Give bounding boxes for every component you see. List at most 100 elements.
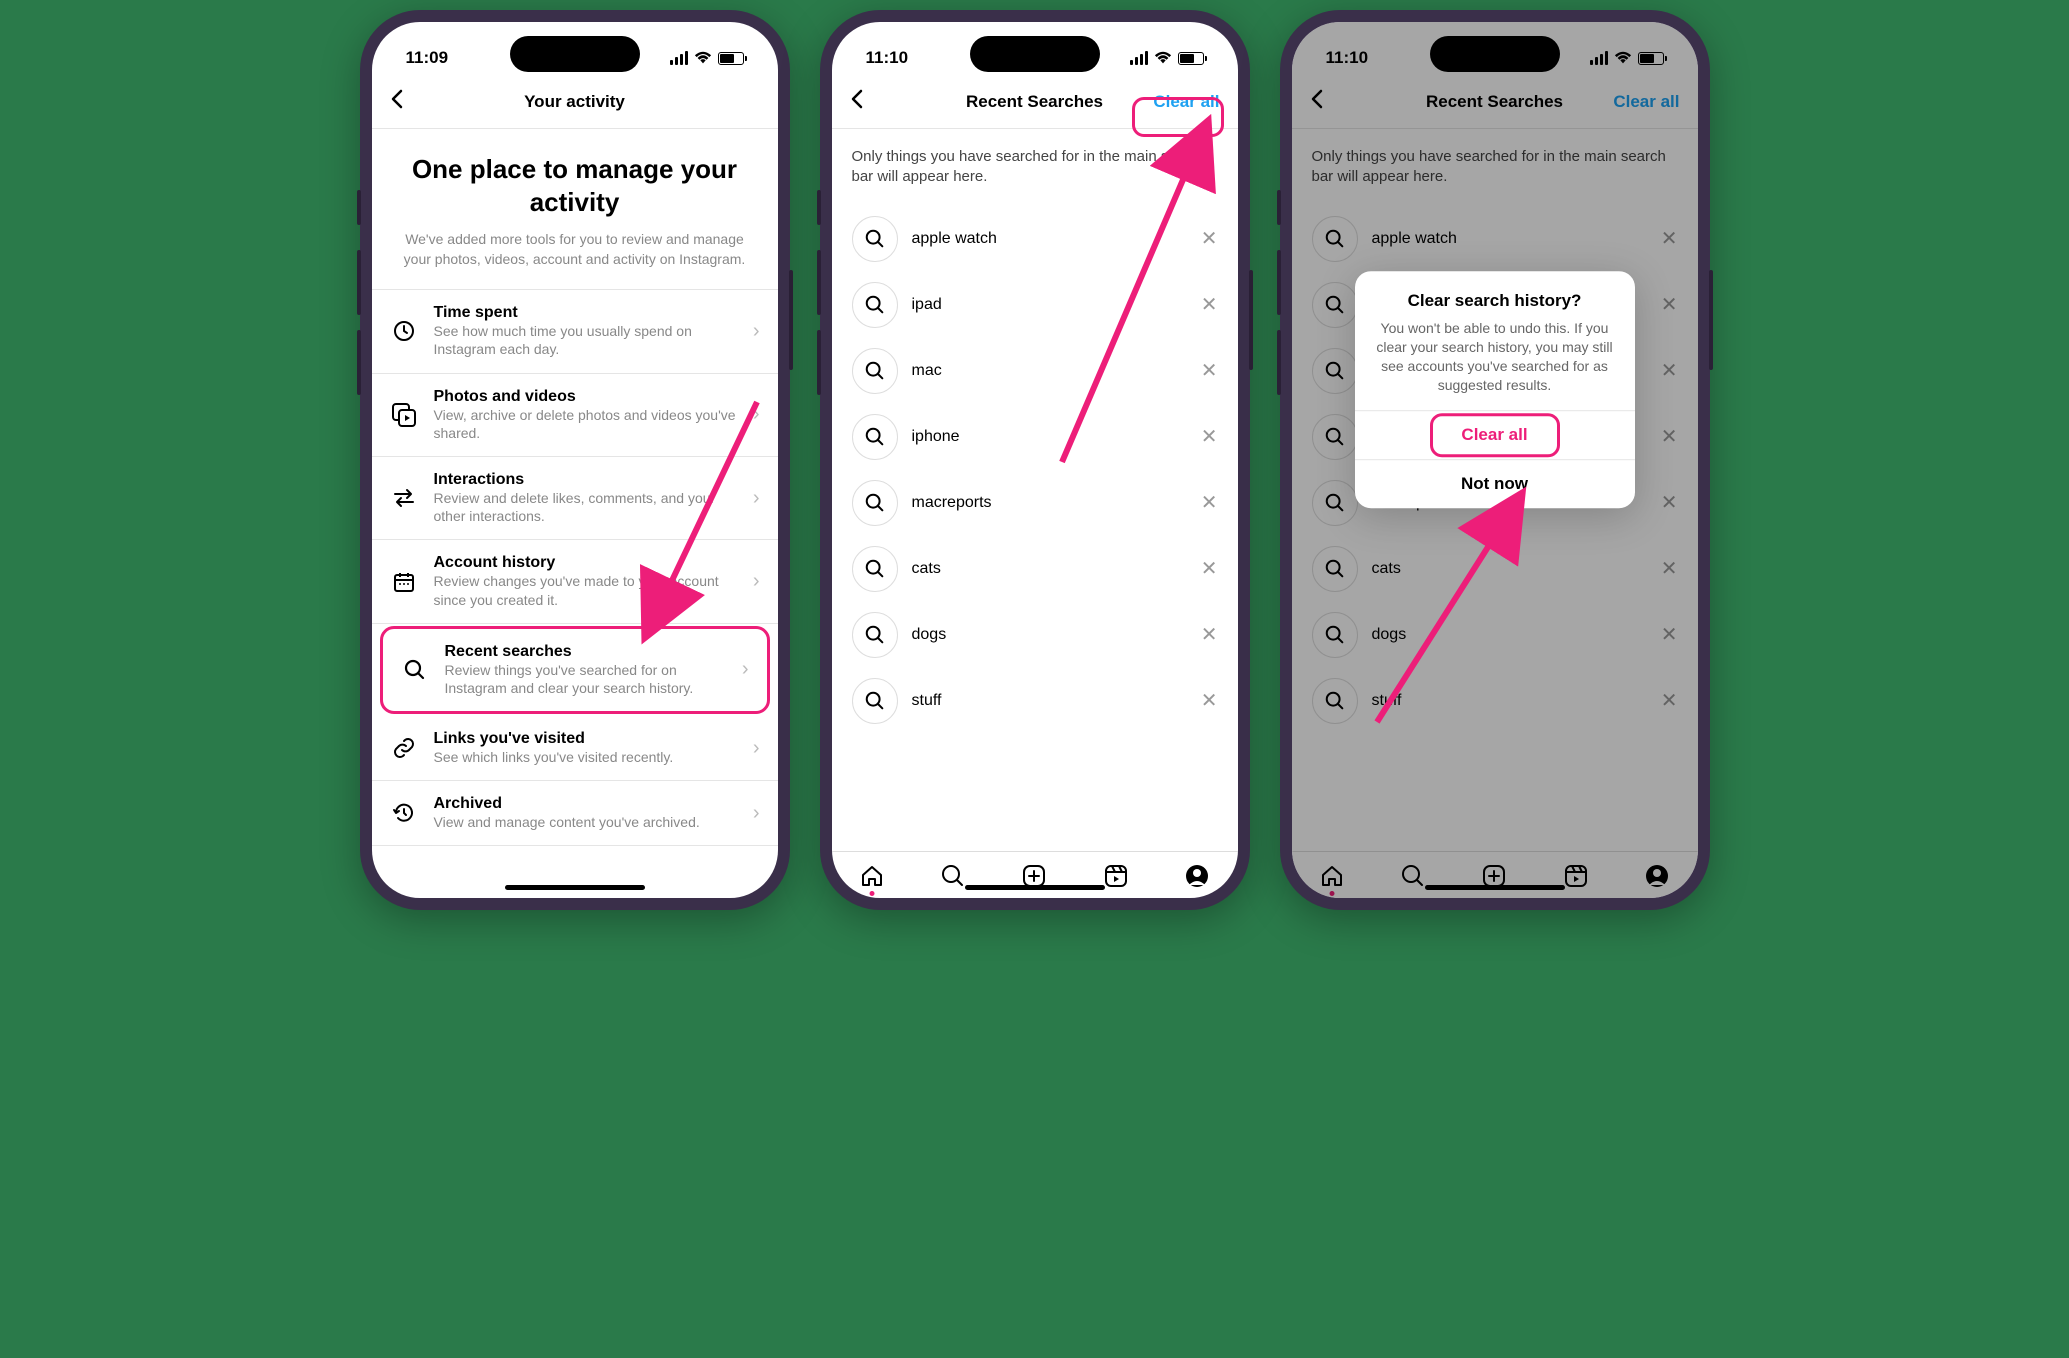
search-icon [852, 216, 898, 262]
row-interactions[interactable]: InteractionsReview and delete likes, com… [372, 457, 778, 540]
delete-icon[interactable]: ✕ [1201, 226, 1218, 251]
arrows-icon [390, 484, 418, 512]
tab-home[interactable] [1318, 862, 1346, 890]
home-indicator[interactable] [1425, 885, 1565, 890]
search-row[interactable]: ipad✕ [832, 272, 1238, 338]
search-row[interactable]: dogs✕ [1292, 602, 1698, 668]
status-time: 11:09 [406, 48, 449, 68]
activity-list: Time spentSee how much time you usually … [372, 289, 778, 846]
back-button[interactable] [850, 88, 920, 116]
search-row[interactable]: cats✕ [1292, 536, 1698, 602]
row-subtitle: View and manage content you've archived. [434, 813, 737, 831]
nav-header: Your activity [372, 76, 778, 129]
search-row[interactable]: cats ✕ [832, 536, 1238, 602]
delete-icon[interactable]: ✕ [1201, 424, 1218, 449]
search-term: iphone [912, 428, 1187, 446]
status-time: 11:10 [1326, 48, 1369, 68]
delete-icon[interactable]: ✕ [1661, 292, 1678, 317]
row-title: Recent searches [445, 643, 726, 661]
dynamic-island [1430, 36, 1560, 72]
delete-icon[interactable]: ✕ [1661, 688, 1678, 713]
search-term: dogs [912, 626, 1187, 644]
wifi-icon [1154, 51, 1172, 65]
tab-profile[interactable] [1643, 862, 1671, 890]
delete-icon[interactable]: ✕ [1201, 490, 1218, 515]
tab-reels[interactable] [1102, 862, 1130, 890]
search-icon [852, 480, 898, 526]
search-icon [852, 282, 898, 328]
row-subtitle: See which links you've visited recently. [434, 748, 737, 766]
search-term: mac [912, 362, 1187, 380]
row-title: Time spent [434, 304, 737, 322]
search-row[interactable]: mac ✕ [832, 338, 1238, 404]
search-row[interactable]: apple watch✕ [832, 206, 1238, 272]
chevron-right-icon: › [753, 487, 760, 510]
row-title: Links you've visited [434, 730, 737, 748]
nav-header: Recent Searches Clear all [1292, 76, 1698, 129]
home-indicator[interactable] [965, 885, 1105, 890]
delete-icon[interactable]: ✕ [1661, 490, 1678, 515]
dialog-confirm-button[interactable]: Clear all [1355, 411, 1635, 460]
row-links-visited[interactable]: Links you've visitedSee which links you'… [372, 716, 778, 781]
row-account-history[interactable]: Account historyReview changes you've mad… [372, 540, 778, 623]
tab-bar [832, 851, 1238, 898]
search-row[interactable]: stuff✕ [1292, 668, 1698, 734]
delete-icon[interactable]: ✕ [1661, 556, 1678, 581]
tab-home[interactable] [858, 862, 886, 890]
back-button[interactable] [1310, 88, 1380, 116]
dialog-body: You won't be able to undo this. If you c… [1375, 319, 1615, 395]
clear-all-button[interactable]: Clear all [1610, 92, 1680, 112]
recent-searches-list: apple watch✕ ipad✕ mac ✕ iphone ✕ macrepor… [832, 206, 1238, 852]
phone-frame-1: 11:09 Your activity One place to manage … [360, 10, 790, 910]
search-icon [1312, 216, 1358, 262]
search-row[interactable]: stuff✕ [832, 668, 1238, 734]
signal-icon [1130, 51, 1148, 65]
row-subtitle: See how much time you usually spend on I… [434, 322, 737, 358]
row-title: Interactions [434, 471, 737, 489]
scroll-content[interactable]: One place to manage your activity We've … [372, 129, 778, 898]
row-archived[interactable]: ArchivedView and manage content you've a… [372, 781, 778, 846]
signal-icon [1590, 51, 1608, 65]
back-button[interactable] [390, 88, 460, 116]
row-subtitle: Review things you've searched for on Ins… [445, 661, 726, 697]
tab-profile[interactable] [1183, 862, 1211, 890]
delete-icon[interactable]: ✕ [1661, 226, 1678, 251]
clear-all-button[interactable]: Clear all [1150, 92, 1220, 112]
delete-icon[interactable]: ✕ [1661, 358, 1678, 383]
search-icon [1312, 678, 1358, 724]
search-row[interactable]: iphone ✕ [832, 404, 1238, 470]
row-title: Photos and videos [434, 388, 737, 406]
delete-icon[interactable]: ✕ [1661, 424, 1678, 449]
row-photos-videos[interactable]: Photos and videosView, archive or delete… [372, 374, 778, 457]
search-icon [852, 348, 898, 394]
tab-reels[interactable] [1562, 862, 1590, 890]
tab-search[interactable] [1399, 862, 1427, 890]
delete-icon[interactable]: ✕ [1201, 688, 1218, 713]
search-row[interactable]: apple watch✕ [1292, 206, 1698, 272]
row-time-spent[interactable]: Time spentSee how much time you usually … [372, 290, 778, 373]
phone-frame-2: 11:10 Recent Searches Clear all Only thi… [820, 10, 1250, 910]
search-term: cats [912, 560, 1187, 578]
wifi-icon [1614, 51, 1632, 65]
chevron-right-icon: › [753, 737, 760, 760]
delete-icon[interactable]: ✕ [1201, 292, 1218, 317]
tab-bar [1292, 851, 1698, 898]
search-icon [1312, 348, 1358, 394]
search-row[interactable]: dogs ✕ [832, 602, 1238, 668]
row-title: Archived [434, 795, 737, 813]
dialog-title: Clear search history? [1375, 291, 1615, 311]
media-icon [390, 401, 418, 429]
delete-icon[interactable]: ✕ [1661, 622, 1678, 647]
delete-icon[interactable]: ✕ [1201, 358, 1218, 383]
home-indicator[interactable] [505, 885, 645, 890]
screen-2: 11:10 Recent Searches Clear all Only thi… [832, 22, 1238, 898]
delete-icon[interactable]: ✕ [1201, 556, 1218, 581]
tab-search[interactable] [939, 862, 967, 890]
row-recent-searches[interactable]: Recent searchesReview things you've sear… [380, 626, 770, 714]
delete-icon[interactable]: ✕ [1201, 622, 1218, 647]
screen-1: 11:09 Your activity One place to manage … [372, 22, 778, 898]
confirm-dialog: Clear search history? You won't be able … [1355, 271, 1635, 509]
dialog-cancel-button[interactable]: Not now [1355, 460, 1635, 509]
search-row[interactable]: macreports✕ [832, 470, 1238, 536]
status-time: 11:10 [866, 48, 909, 68]
